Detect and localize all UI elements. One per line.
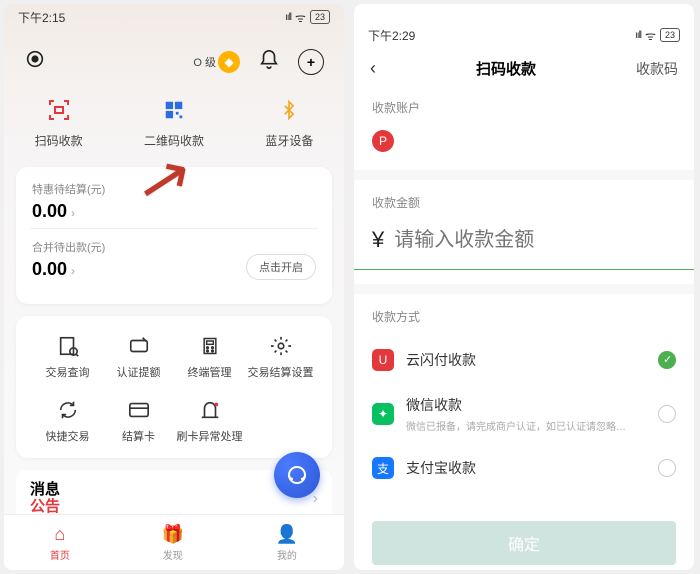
calculator-icon xyxy=(198,334,222,358)
nav-me[interactable]: 👤 我的 xyxy=(276,524,298,562)
balance-b-value[interactable]: 0.00› xyxy=(32,259,105,280)
wifi-icon: ᯤ xyxy=(295,9,306,26)
qrcode-icon xyxy=(160,96,188,124)
left-phone: 下午2:15 ııll ᯤ 23 O 级 ◆ + 扫码收款 xyxy=(4,4,344,570)
quick-bluetooth[interactable]: 蓝牙设备 xyxy=(265,96,313,149)
plus-icon[interactable]: + xyxy=(298,49,324,75)
divider xyxy=(354,284,694,294)
method-alipay[interactable]: 支 支付宝收款 xyxy=(354,445,694,491)
menu-verify[interactable]: 认证提额 xyxy=(103,334,174,380)
radio-icon xyxy=(658,459,676,477)
vip-indicator[interactable]: O 级 ◆ xyxy=(193,51,240,73)
divider xyxy=(30,228,318,229)
gear-icon xyxy=(269,334,293,358)
id-card-icon xyxy=(127,334,151,358)
status-bar: 下午2:29 ııll ᯤ 23 xyxy=(354,22,694,48)
account-section-label: 收款账户 xyxy=(354,93,694,122)
gift-icon: 🎁 xyxy=(162,524,184,545)
toggle-button[interactable]: 点击开启 xyxy=(246,254,316,280)
location-icon[interactable] xyxy=(24,48,46,76)
yen-icon: ¥ xyxy=(372,227,384,253)
signal-icon: ııll xyxy=(635,30,641,41)
signal-icon: ııll xyxy=(285,12,291,23)
right-phone: 下午2:29 ııll ᯤ 23 ‹ 扫码收款 收款码 收款账户 P 收款金额 … xyxy=(354,4,694,570)
amount-section-label: 收款金额 xyxy=(354,180,694,217)
person-icon: 👤 xyxy=(276,524,298,545)
diamond-icon: ◆ xyxy=(218,51,240,73)
quick-label: 二维码收款 xyxy=(144,132,204,149)
balance-a-label: 特惠待结算(元) xyxy=(32,181,316,197)
chevron-right-icon: › xyxy=(313,490,318,508)
payment-methods: U 云闪付收款 ✦ 微信收款 微信已报备，请完成商户认证，如已认证请忽略… 支 … xyxy=(354,331,694,491)
method-section-label: 收款方式 xyxy=(354,294,694,331)
menu-transactions[interactable]: 交易查询 xyxy=(32,334,103,380)
header: O 级 ◆ + xyxy=(4,30,344,86)
wechat-icon: ✦ xyxy=(372,403,394,425)
battery-icon: 23 xyxy=(310,10,330,24)
page-header: ‹ 扫码收款 收款码 xyxy=(354,48,694,93)
quick-label: 扫码收款 xyxy=(35,132,83,149)
method-subtext: 微信已报备，请完成商户认证，如已认证请忽略… xyxy=(406,418,658,433)
balance-a-value[interactable]: 0.00› xyxy=(32,201,316,222)
scan-icon xyxy=(45,96,73,124)
bottom-nav: ⌂ 首页 🎁 发现 👤 我的 xyxy=(4,514,344,570)
radio-selected-icon xyxy=(658,351,676,369)
page-title: 扫码收款 xyxy=(476,58,536,79)
nav-discover[interactable]: 🎁 发现 xyxy=(162,524,184,562)
method-wechat[interactable]: ✦ 微信收款 微信已报备，请完成商户认证，如已认证请忽略… xyxy=(354,383,694,445)
status-bar: 下午2:15 ııll ᯤ 23 xyxy=(4,4,344,30)
status-time: 下午2:29 xyxy=(368,27,415,44)
search-doc-icon xyxy=(56,334,80,358)
bell-icon[interactable] xyxy=(258,49,280,76)
unionpay-icon: U xyxy=(372,349,394,371)
menu-card[interactable]: 结算卡 xyxy=(103,398,174,444)
quick-qrcode[interactable]: 二维码收款 xyxy=(144,96,204,149)
alipay-icon: 支 xyxy=(372,457,394,479)
menu-card: 交易查询 认证提额 终端管理 交易结算设置 快捷交易 结算卡 xyxy=(16,316,332,458)
balance-card: 特惠待结算(元) 0.00› 合并待出款(元) 0.00› 点击开启 xyxy=(16,167,332,304)
announce-line1: 消息 xyxy=(30,482,60,499)
support-fab[interactable] xyxy=(274,452,320,498)
account-row[interactable]: P xyxy=(354,122,694,170)
balance-b-label: 合并待出款(元) xyxy=(32,239,105,255)
account-icon: P xyxy=(372,130,394,152)
quick-scan[interactable]: 扫码收款 xyxy=(35,96,83,149)
menu-settlement-settings[interactable]: 交易结算设置 xyxy=(245,334,316,380)
menu-terminal[interactable]: 终端管理 xyxy=(174,334,245,380)
menu-exception[interactable]: 刷卡异常处理 xyxy=(174,398,245,444)
qrcode-action[interactable]: 收款码 xyxy=(636,59,678,79)
amount-input[interactable] xyxy=(394,229,676,252)
bluetooth-icon xyxy=(275,96,303,124)
alert-icon xyxy=(198,398,222,422)
quick-label: 蓝牙设备 xyxy=(265,132,313,149)
status-time: 下午2:15 xyxy=(18,9,65,26)
battery-icon: 23 xyxy=(660,28,680,42)
back-icon[interactable]: ‹ xyxy=(370,58,376,79)
announce-line2: 公告 xyxy=(30,499,60,516)
card-icon xyxy=(127,398,151,422)
method-unionpay[interactable]: U 云闪付收款 xyxy=(354,337,694,383)
divider xyxy=(354,170,694,180)
confirm-button[interactable]: 确定 xyxy=(372,521,676,565)
menu-quicktx[interactable]: 快捷交易 xyxy=(32,398,103,444)
quick-actions: 扫码收款 二维码收款 蓝牙设备 xyxy=(4,86,344,167)
refresh-icon xyxy=(56,398,80,422)
home-icon: ⌂ xyxy=(54,524,65,545)
wifi-icon: ᯤ xyxy=(645,27,656,44)
amount-input-row: ¥ xyxy=(354,217,694,270)
radio-icon xyxy=(658,405,676,423)
chevron-right-icon: › xyxy=(71,206,75,220)
chevron-right-icon: › xyxy=(71,264,75,278)
nav-home[interactable]: ⌂ 首页 xyxy=(50,524,70,562)
